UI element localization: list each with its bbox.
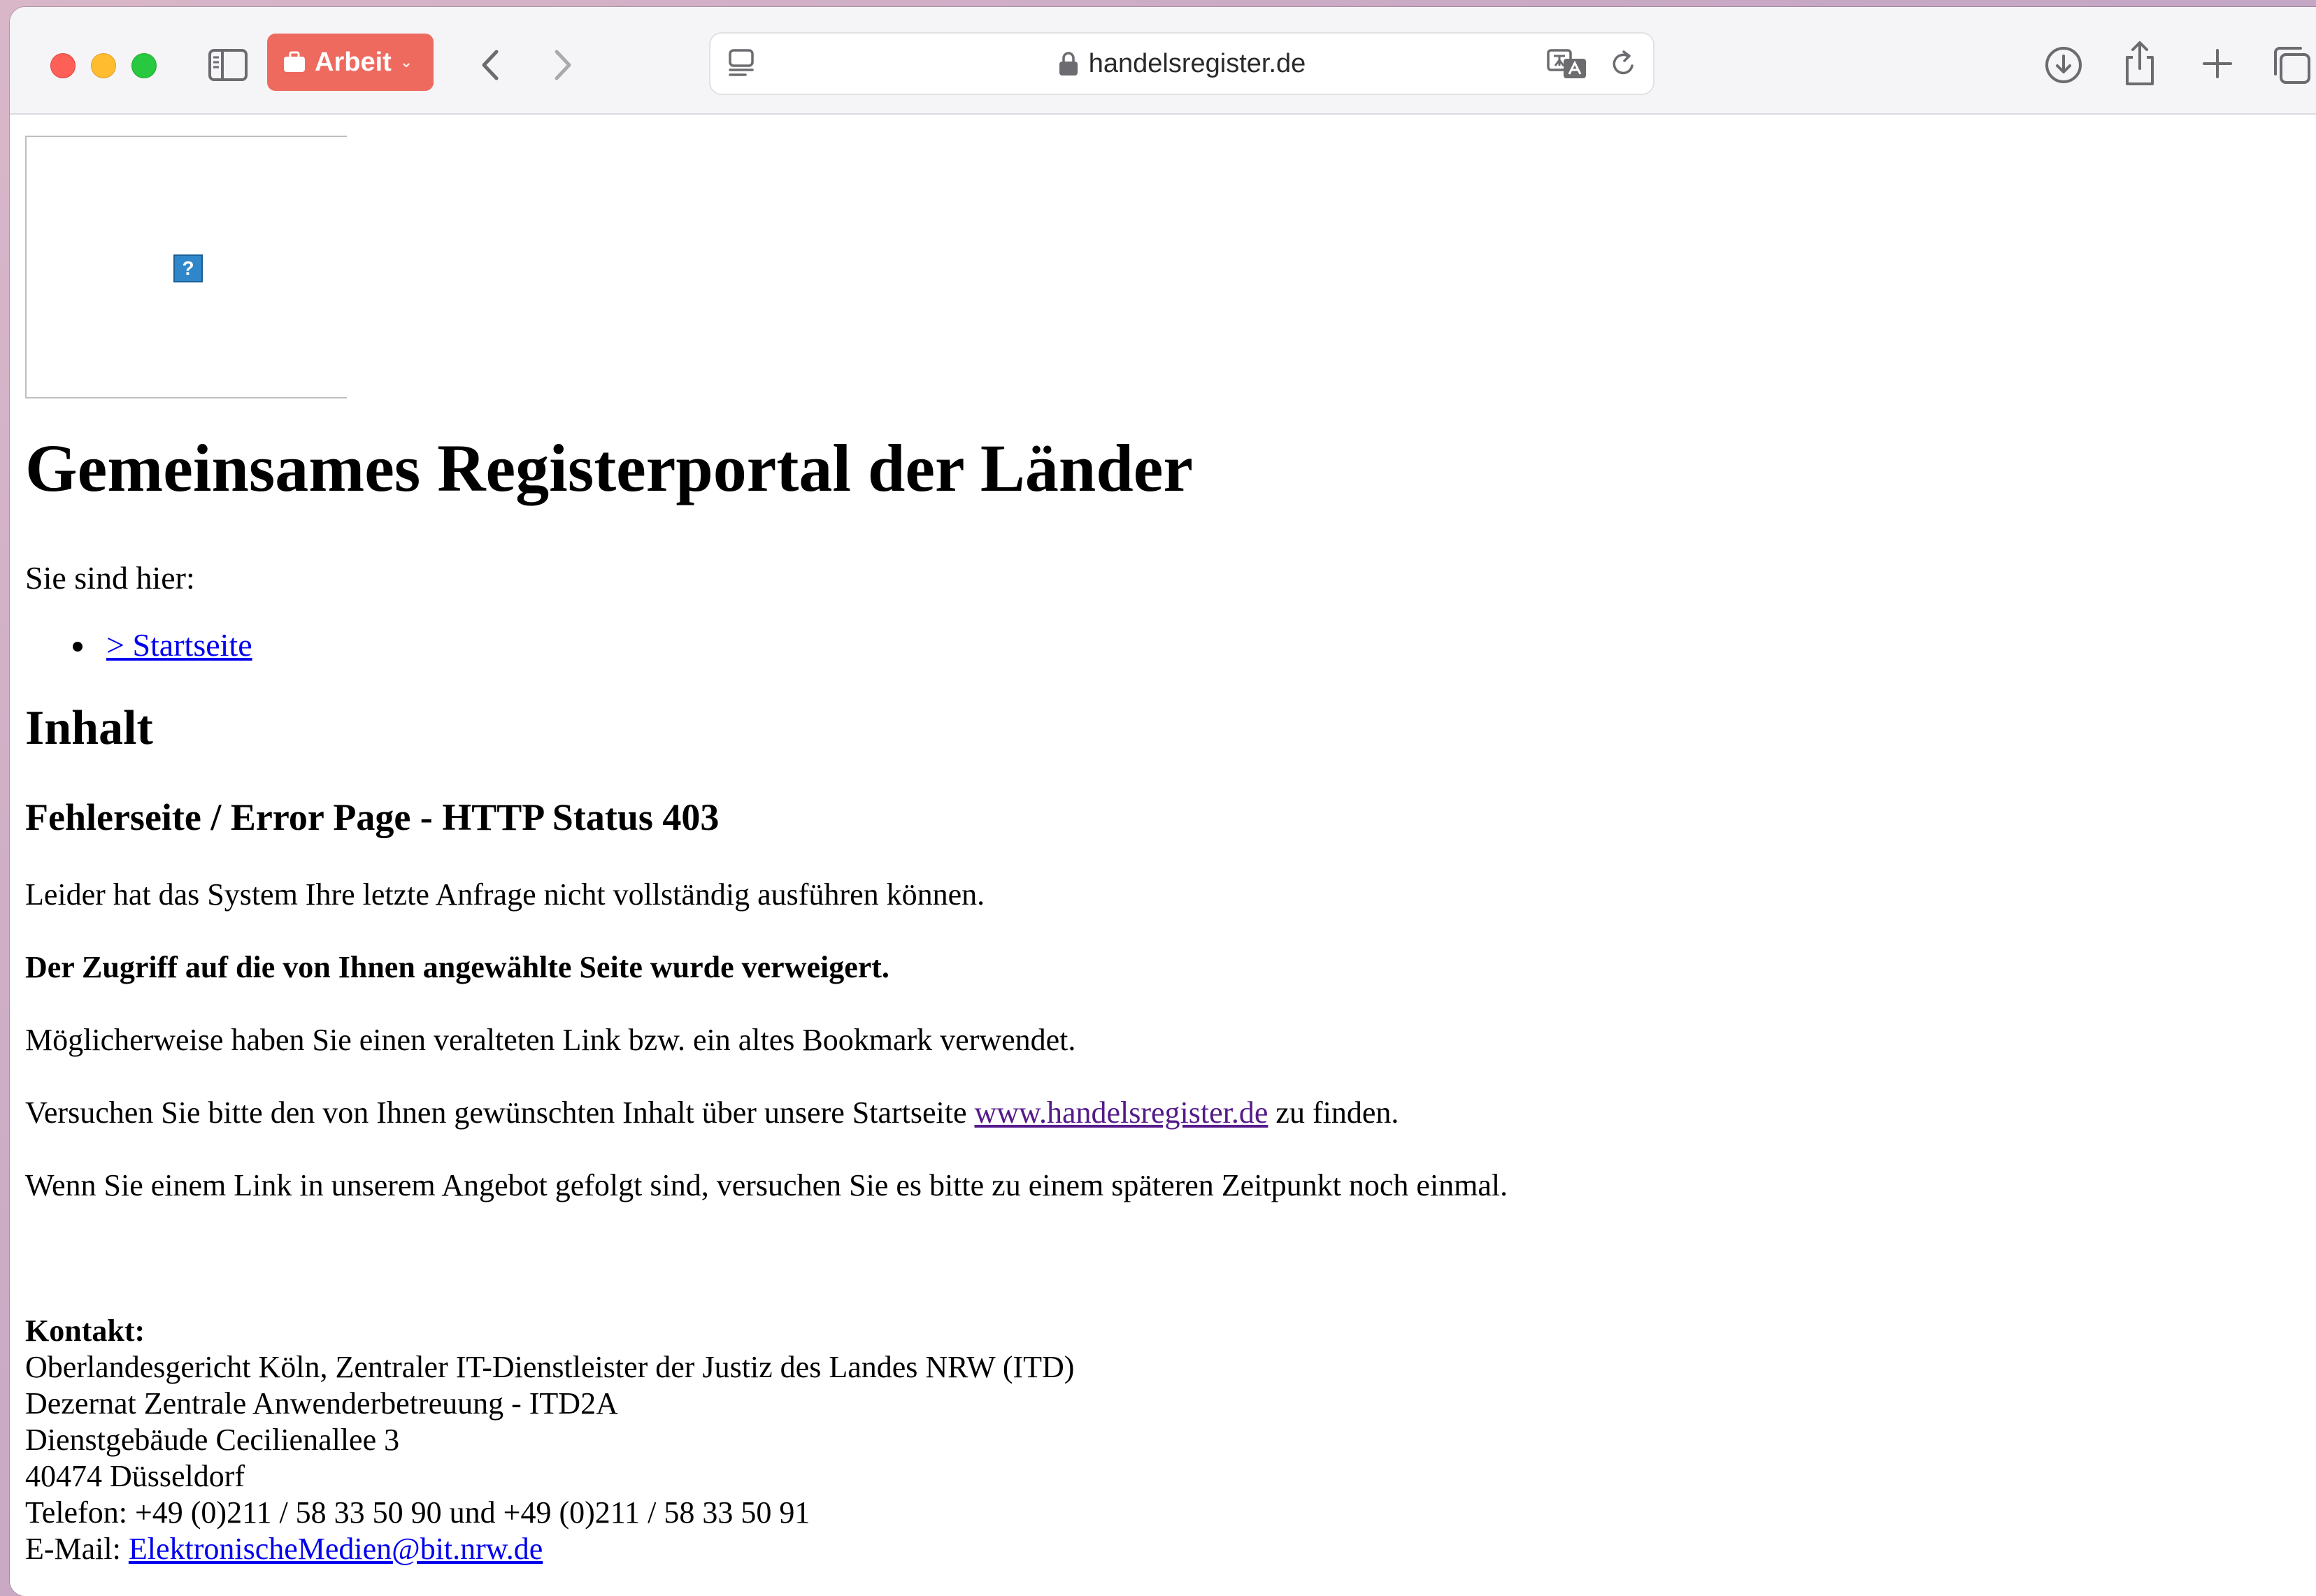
paragraph-old-link: Möglicherweise haben Sie einen veraltete…: [25, 1023, 1076, 1057]
web-page: ? Gemeinsames Registerportal der Länder …: [10, 115, 2316, 1596]
paragraph-try-later: Wenn Sie einem Link in unserem Angebot g…: [25, 1168, 1508, 1202]
browser-window: Arbeit ⌄ handelsregister.de ? Gemeinsame…: [10, 7, 2316, 1596]
contact-line-1: Oberlandesgericht Köln, Zentraler IT-Die…: [25, 1350, 1075, 1384]
email-link[interactable]: ElektronischeMedien@bit.nrw.de: [129, 1532, 543, 1566]
error-heading: Fehlerseite / Error Page - HTTP Status 4…: [25, 796, 720, 838]
contact-email-line: E-Mail: ElektronischeMedien@bit.nrw.de: [25, 1531, 1074, 1567]
maximize-window-button[interactable]: [131, 53, 157, 78]
reload-icon[interactable]: [1610, 49, 1638, 78]
tab-group-label: Arbeit: [315, 47, 392, 77]
contact-block: Kontakt: Oberlandesgericht Köln, Zentral…: [25, 1313, 1074, 1567]
downloads-icon[interactable]: [2042, 43, 2085, 87]
chevron-right-icon: [555, 50, 571, 80]
translate-icon[interactable]: [1547, 48, 1587, 80]
back-button[interactable]: [471, 42, 510, 88]
new-tab-icon[interactable]: [2196, 42, 2239, 85]
paragraph-access-denied: Der Zugriff auf die von Ihnen angewählte…: [25, 950, 889, 984]
breadcrumb-label: Sie sind hier:: [25, 560, 195, 596]
chevron-left-icon: [482, 50, 499, 80]
paragraph-homepage: Versuchen Sie bitte den von Ihnen gewüns…: [25, 1095, 1399, 1130]
section-heading: Inhalt: [25, 701, 153, 755]
paragraph-homepage-after: zu finden.: [1268, 1095, 1399, 1130]
email-label: E-Mail:: [25, 1532, 129, 1566]
address-bar[interactable]: handelsregister.de: [709, 32, 1654, 95]
contact-line-3: Dienstgebäude Cecilienallee 3: [25, 1423, 400, 1457]
paragraph-request-failed: Leider hat das System Ihre letzte Anfrag…: [25, 877, 985, 912]
logo-image-placeholder: ?: [25, 136, 347, 398]
contact-heading: Kontakt:: [25, 1314, 145, 1348]
url-display[interactable]: handelsregister.de: [710, 34, 1653, 94]
minimize-window-button[interactable]: [91, 53, 116, 78]
tab-overview-icon[interactable]: [2270, 43, 2313, 87]
close-window-button[interactable]: [50, 53, 76, 78]
chevron-down-icon: ⌄: [399, 53, 413, 71]
bullet-icon: [73, 642, 83, 652]
paragraph-homepage-before: Versuchen Sie bitte den von Ihnen gewüns…: [25, 1095, 975, 1130]
homepage-link[interactable]: www.handelsregister.de: [975, 1095, 1268, 1130]
broken-image-icon: ?: [173, 254, 203, 282]
share-icon[interactable]: [2120, 39, 2159, 88]
page-title: Gemeinsames Registerportal der Länder: [25, 431, 1193, 505]
contact-line-2: Dezernat Zentrale Anwenderbetreuung - IT…: [25, 1386, 618, 1421]
briefcase-icon: [284, 51, 305, 72]
sidebar-toggle-icon[interactable]: [207, 46, 249, 84]
forward-button[interactable]: [543, 42, 582, 88]
tab-group-button[interactable]: Arbeit ⌄: [267, 34, 434, 91]
breadcrumb: > Startseite: [25, 626, 252, 663]
browser-toolbar: Arbeit ⌄ handelsregister.de: [10, 7, 2316, 115]
breadcrumb-link-startseite[interactable]: > Startseite: [106, 627, 252, 663]
breadcrumb-item: > Startseite: [25, 626, 252, 663]
url-text: handelsregister.de: [1088, 48, 1306, 78]
contact-phone: Telefon: +49 (0)211 / 58 33 50 90 und +4…: [25, 1495, 810, 1530]
lock-icon: [1059, 52, 1078, 76]
contact-line-4: 40474 Düsseldorf: [25, 1459, 245, 1493]
